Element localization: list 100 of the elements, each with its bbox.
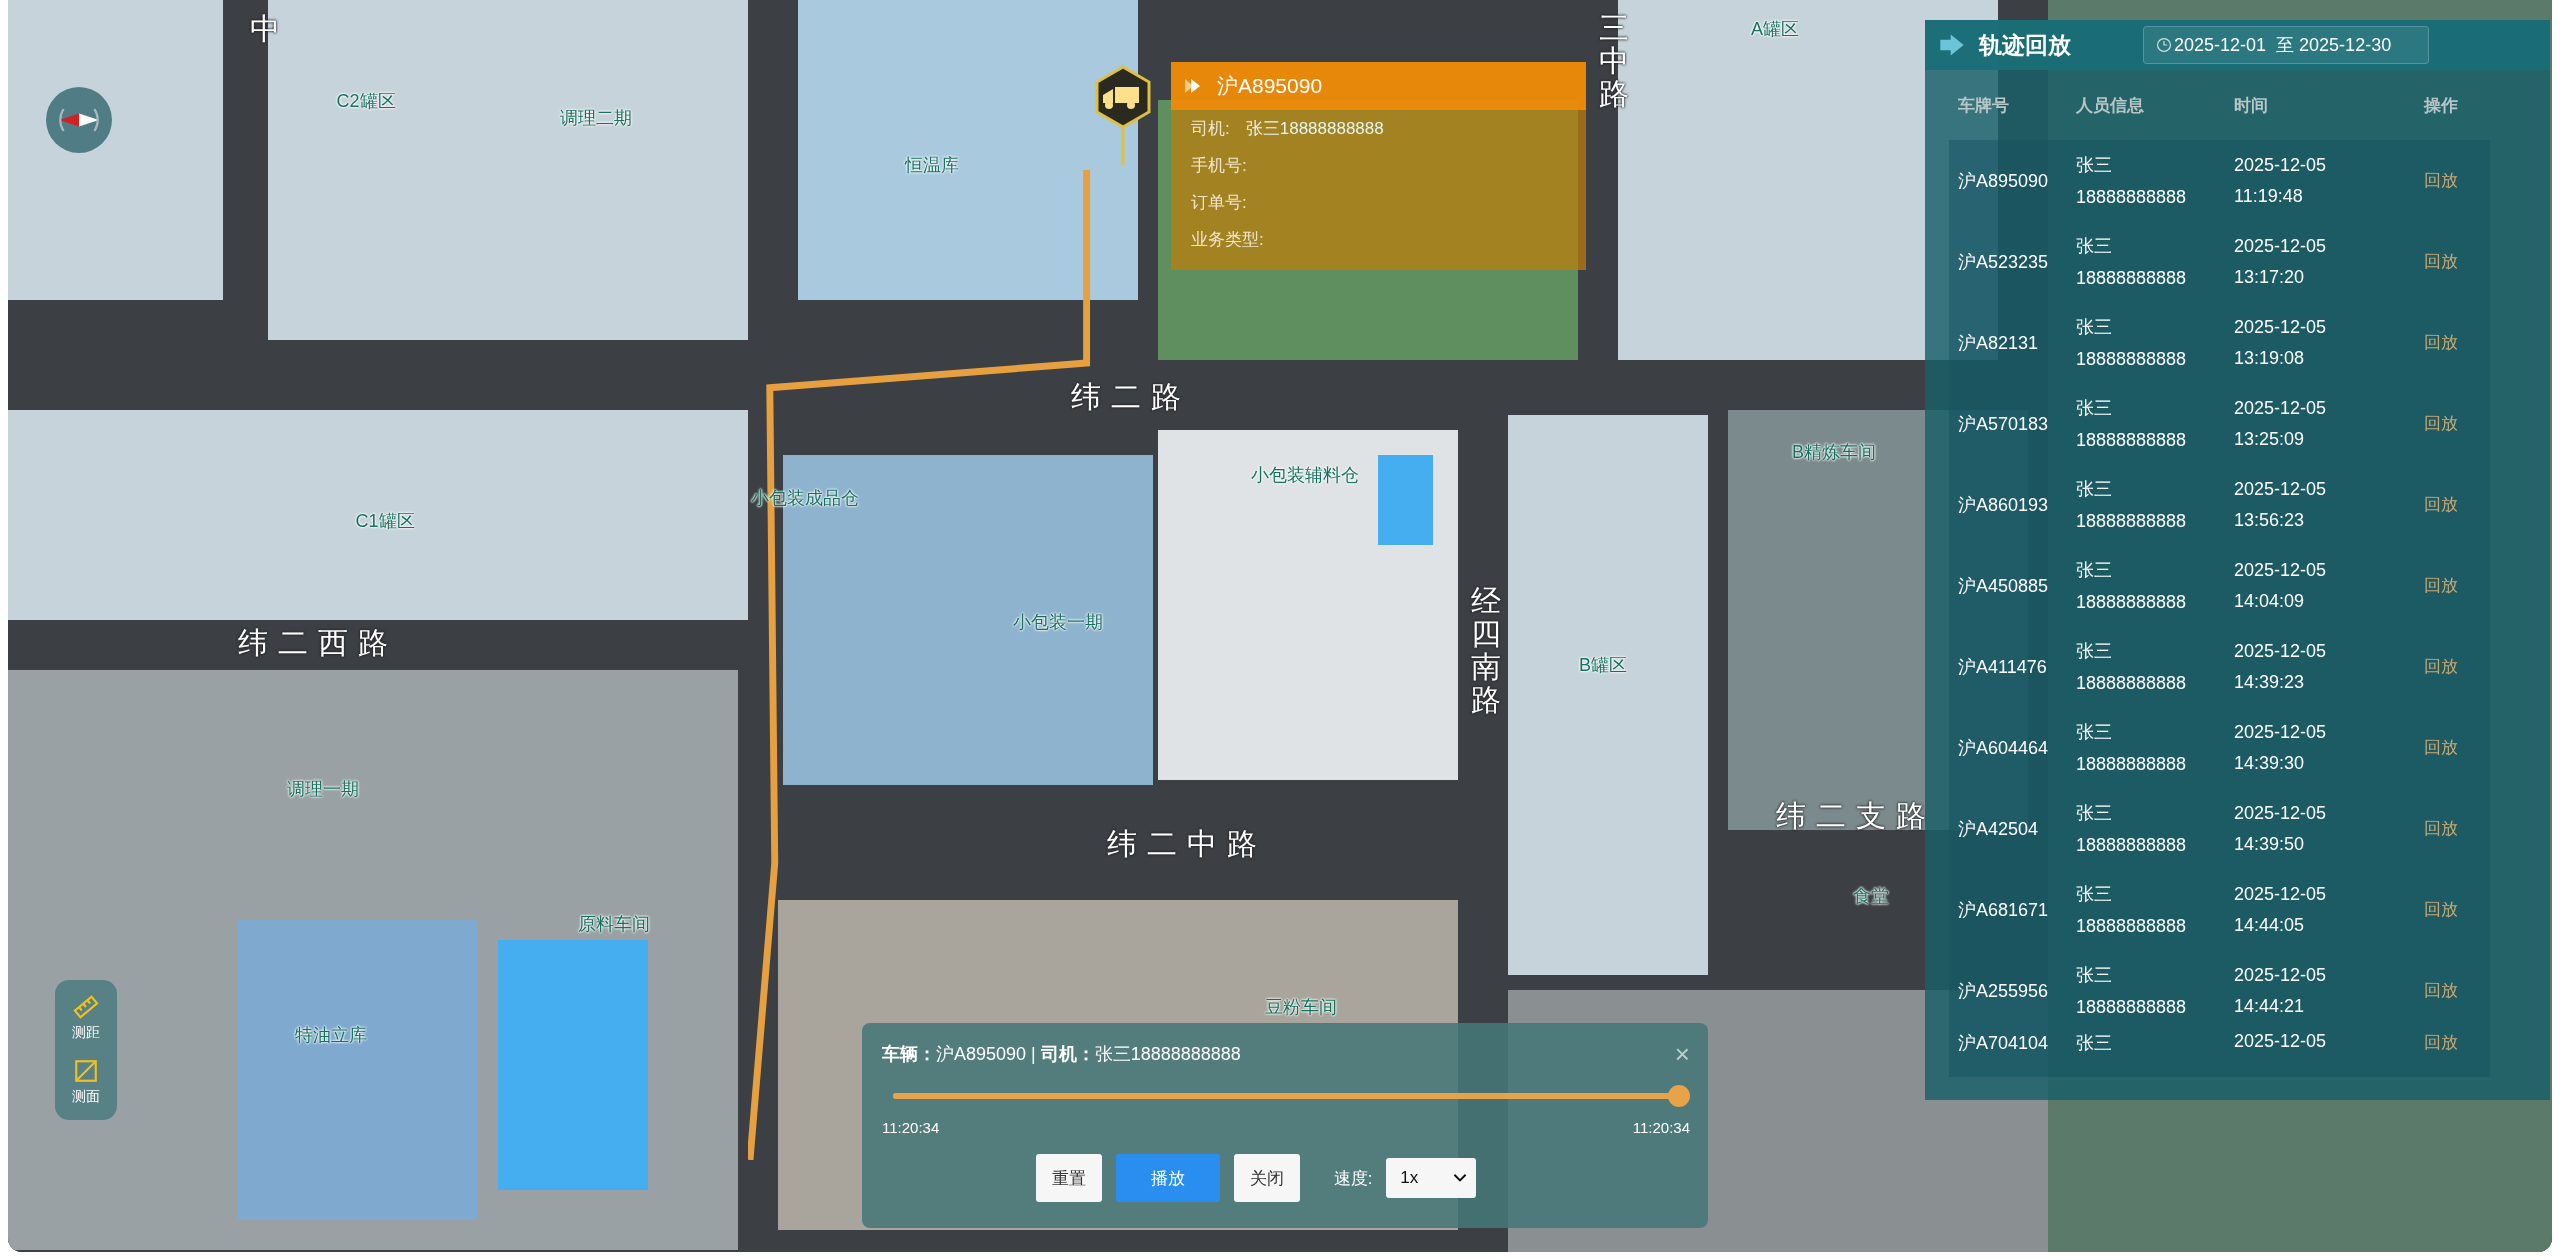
compass-icon[interactable] bbox=[46, 87, 112, 153]
phone-number: 18888888888 bbox=[2076, 349, 2188, 370]
date-text: 2025-12-05 bbox=[2234, 235, 2328, 257]
time-text: 14:04:09 bbox=[2234, 590, 2306, 612]
time-text: 14:44:21 bbox=[2234, 995, 2306, 1017]
control-button[interactable]: 关闭 bbox=[1233, 1154, 1300, 1202]
person-name: 张三 bbox=[2076, 721, 2113, 744]
phone-number: 18888888888 bbox=[2076, 592, 2188, 613]
time-text: 14:39:30 bbox=[2234, 752, 2306, 774]
date-text: 2025-12-05 bbox=[2234, 721, 2328, 743]
plate-cell-text: 沪A82131 bbox=[1958, 331, 2040, 355]
ruler-icon bbox=[73, 994, 99, 1020]
time-text: 14:44:05 bbox=[2234, 914, 2306, 936]
plate-cell-text: 沪A255956 bbox=[1958, 979, 2050, 1003]
arrow-icon bbox=[1939, 32, 1965, 58]
person-name: 张三 bbox=[2076, 640, 2113, 663]
measure-tool-button[interactable]: 测距 bbox=[55, 986, 117, 1050]
vehicle-driver-info: 车辆：沪A895090 | 司机：张三18888888888 bbox=[882, 1043, 1241, 1066]
person-name: 张三 bbox=[2076, 397, 2113, 420]
date-range-picker[interactable]: 2025-12-01 至 2025-12-30 bbox=[2143, 26, 2429, 64]
person-name: 张三 bbox=[2076, 559, 2113, 582]
table-row[interactable]: 沪A860193 张三 18888888888 2025-12-05 13:56:23 回放 bbox=[1949, 464, 2490, 545]
start-time: 11:20:34 bbox=[882, 1119, 940, 1136]
plate-number: 沪A895090 bbox=[1217, 73, 1323, 99]
phone-number: 18888888888 bbox=[2076, 511, 2188, 532]
road-label: 纬二中路 bbox=[1107, 825, 1267, 862]
close-button[interactable]: × bbox=[1674, 1038, 1690, 1070]
phone-number: 18888888888 bbox=[2076, 673, 2188, 694]
plate-cell-text: 沪A42504 bbox=[1958, 817, 2040, 841]
person-name: 张三 bbox=[2076, 316, 2113, 339]
area-label: B罐区 bbox=[1579, 654, 1627, 677]
replay-link[interactable]: 回放 bbox=[2392, 819, 2458, 838]
table-row[interactable]: 沪A570183 张三 18888888888 2025-12-05 13:25:09 回放 bbox=[1949, 383, 2490, 464]
plate-cell-text: 沪A681671 bbox=[1958, 898, 2050, 922]
replay-link[interactable]: 回放 bbox=[2392, 171, 2458, 190]
replay-link[interactable]: 回放 bbox=[2392, 576, 2458, 595]
area-label: 原料车间 bbox=[578, 913, 650, 936]
area-label: A罐区 bbox=[1751, 18, 1799, 41]
truck-marker-icon[interactable] bbox=[1093, 65, 1153, 165]
speed-label: 速度: bbox=[1333, 1167, 1373, 1190]
person-name: 张三 bbox=[2076, 1032, 2113, 1055]
table-row[interactable]: 沪A255956 张三 18888888888 2025-12-05 14:44:21 回放 bbox=[1949, 950, 2490, 1031]
date-text: 2025-12-05 bbox=[2234, 883, 2328, 905]
date-text: 2025-12-05 bbox=[2234, 316, 2328, 338]
replay-link[interactable]: 回放 bbox=[2392, 900, 2458, 919]
plate-cell-text: 沪A411476 bbox=[1958, 655, 2048, 679]
area-label: 小包装辅料仓 bbox=[1251, 464, 1359, 487]
time-text: 14:39:50 bbox=[2234, 833, 2306, 855]
phone-number: 18888888888 bbox=[2076, 916, 2188, 937]
table-row[interactable]: 沪A604464 张三 18888888888 2025-12-05 14:39:30 回放 bbox=[1949, 707, 2490, 788]
slider-thumb[interactable] bbox=[1668, 1085, 1690, 1107]
time-text: 13:19:08 bbox=[2234, 347, 2306, 369]
table-row[interactable]: 沪A450885 张三 18888888888 2025-12-05 14:04:09 回放 bbox=[1949, 545, 2490, 626]
replay-link[interactable]: 回放 bbox=[2392, 333, 2458, 352]
phone-number: 18888888888 bbox=[2076, 835, 2188, 856]
road-label: 纬二支路 bbox=[1776, 797, 1936, 834]
plate-cell-text: 沪A570183 bbox=[1958, 412, 2050, 436]
table-row[interactable]: 沪A895090 张三 18888888888 2025-12-05 11:19:48 回放 bbox=[1949, 140, 2490, 221]
replay-link[interactable]: 回放 bbox=[2392, 657, 2458, 676]
area-label: C1罐区 bbox=[355, 510, 415, 533]
table-row[interactable]: 沪A681671 张三 18888888888 2025-12-05 14:44:05 回放 bbox=[1949, 869, 2490, 950]
replay-link[interactable]: 回放 bbox=[2392, 981, 2458, 1000]
replay-link[interactable]: 回放 bbox=[2392, 1033, 2458, 1052]
phone-number: 18888888888 bbox=[2076, 187, 2188, 208]
polygon-area-icon bbox=[73, 1058, 99, 1084]
plate-cell-text: 沪A895090 bbox=[1958, 169, 2050, 193]
phone-number: 18888888888 bbox=[2076, 754, 2188, 775]
table-row[interactable]: 沪A82131 张三 18888888888 2025-12-05 13:19:08 回放 bbox=[1949, 302, 2490, 383]
time-text: 13:25:09 bbox=[2234, 428, 2306, 450]
time-text: 11:19:48 bbox=[2234, 185, 2304, 207]
date-text: 2025-12-05 bbox=[2234, 559, 2328, 581]
replay-link[interactable]: 回放 bbox=[2392, 495, 2458, 514]
date-text: 2025-12-05 bbox=[2234, 802, 2328, 824]
plate-cell-text: 沪A704104 bbox=[1958, 1032, 2050, 1055]
column-header: 时间 bbox=[2234, 94, 2269, 117]
replay-link[interactable]: 回放 bbox=[2392, 252, 2458, 271]
table-row[interactable]: 沪A42504 张三 18888888888 2025-12-05 14:39:50 回放 bbox=[1949, 788, 2490, 869]
person-name: 张三 bbox=[2076, 802, 2113, 825]
table-row[interactable]: 沪A523235 张三 18888888888 2025-12-05 13:17:20 回放 bbox=[1949, 221, 2490, 302]
time-text: 13:17:20 bbox=[2234, 266, 2306, 288]
area-label: 特油立库 bbox=[295, 1024, 367, 1047]
control-button[interactable]: 重置 bbox=[1035, 1154, 1102, 1202]
phone-number: 18888888888 bbox=[2076, 268, 2188, 289]
table-row[interactable]: 沪A411476 张三 18888888888 2025-12-05 14:39:23 回放 bbox=[1949, 626, 2490, 707]
field-label: 业务类型: bbox=[1191, 229, 1264, 251]
road-label: 经四南路 bbox=[1471, 584, 1501, 716]
measure-tool-button[interactable]: 测面 bbox=[55, 1050, 117, 1114]
column-header: 车牌号 bbox=[1958, 94, 2010, 117]
area-label: 食堂 bbox=[1853, 885, 1889, 908]
replay-link[interactable]: 回放 bbox=[2392, 738, 2458, 757]
date-text: 2025-12-05 bbox=[2234, 397, 2328, 419]
date-text: 2025-12-05 bbox=[2234, 640, 2328, 662]
replay-link[interactable]: 回放 bbox=[2392, 414, 2458, 433]
speed-dropdown[interactable]: 1x bbox=[1386, 1158, 1477, 1198]
table-row[interactable]: 沪A704104 张三 2025-12-05 回放 bbox=[1949, 1031, 2490, 1077]
time-text: 14:39:23 bbox=[2234, 671, 2306, 693]
play-button[interactable]: 播放 bbox=[1115, 1154, 1220, 1202]
plate-cell-text: 沪A523235 bbox=[1958, 250, 2050, 274]
plate-cell-text: 沪A604464 bbox=[1958, 736, 2050, 760]
area-label: B精炼车间 bbox=[1792, 441, 1876, 464]
